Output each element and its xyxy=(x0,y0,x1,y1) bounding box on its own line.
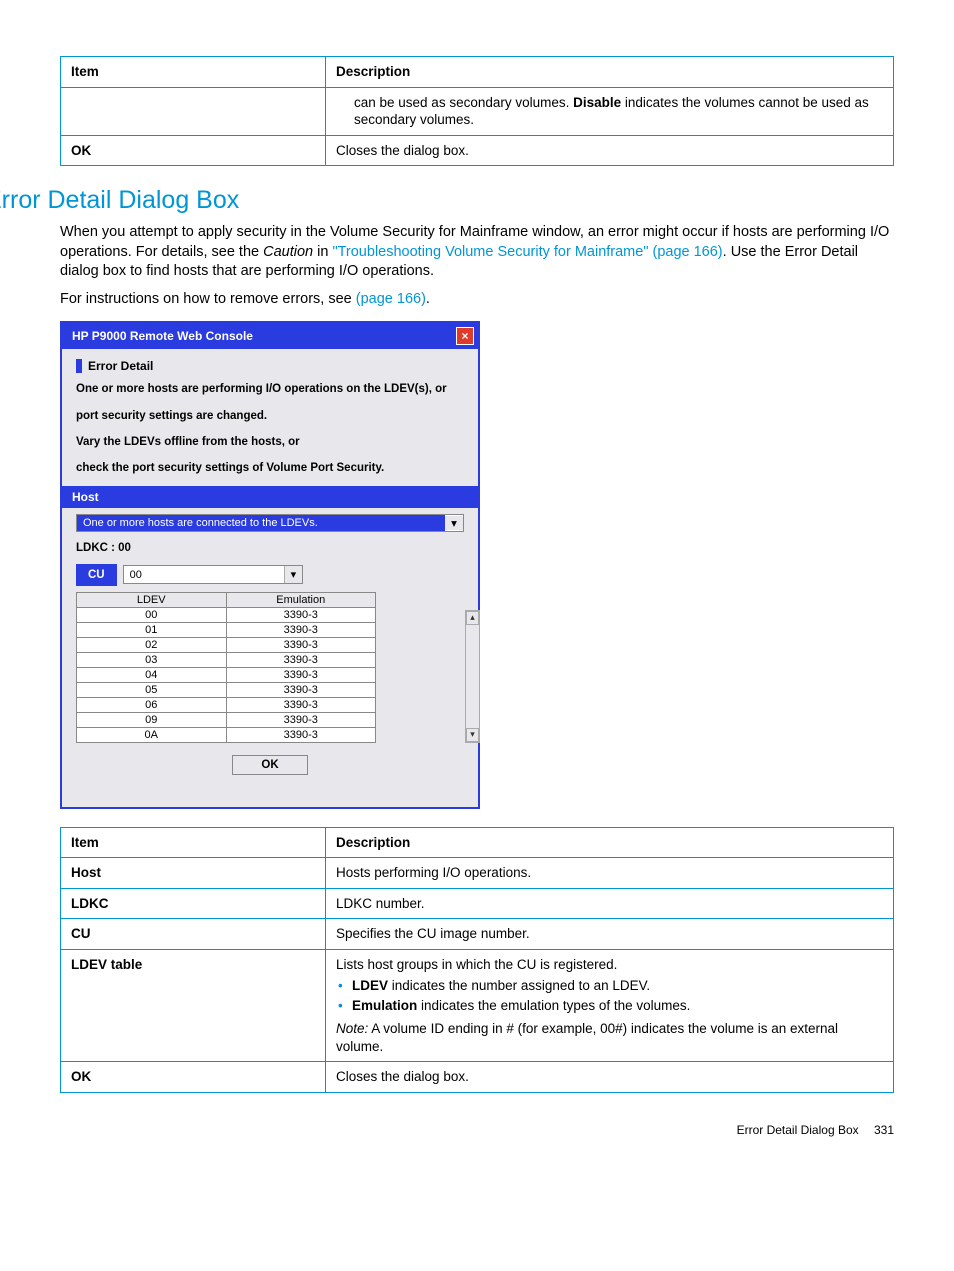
intro-paragraph-1: When you attempt to apply security in th… xyxy=(60,223,894,282)
cell-desc: Closes the dialog box. xyxy=(326,135,894,166)
table-row: LDKC LDKC number. xyxy=(61,888,894,919)
intro-paragraph-2: For instructions on how to remove errors… xyxy=(60,290,894,310)
chevron-down-icon: ▾ xyxy=(445,516,463,530)
ldev-col-head: LDEV xyxy=(77,592,227,607)
th-item: Item xyxy=(61,827,326,858)
dialog-msg: port security settings are changed. xyxy=(76,408,464,424)
ldev-row: 0A3390-3 xyxy=(77,727,376,742)
ldkc-label: LDKC : 00 xyxy=(76,542,464,554)
ldev-desc-cell: Lists host groups in which the CU is reg… xyxy=(326,950,894,1062)
title-marker-icon xyxy=(76,359,82,373)
ldev-table: LDEV Emulation 003390-3 013390-3 023390-… xyxy=(76,592,376,743)
scroll-down-icon[interactable]: ▾ xyxy=(466,728,479,742)
cu-select-value: 00 xyxy=(124,567,148,583)
close-icon[interactable]: × xyxy=(456,327,474,345)
table-row: LDEV table Lists host groups in which th… xyxy=(61,950,894,1062)
emulation-col-head: Emulation xyxy=(226,592,376,607)
ldev-row: 033390-3 xyxy=(77,652,376,667)
table-row: Host Hosts performing I/O operations. xyxy=(61,858,894,889)
page-footer: Error Detail Dialog Box 331 xyxy=(60,1123,894,1137)
ldev-row: 043390-3 xyxy=(77,667,376,682)
dialog-msg: check the port security settings of Volu… xyxy=(76,460,464,476)
th-item: Item xyxy=(61,57,326,88)
table-row: OK Closes the dialog box. xyxy=(61,1062,894,1093)
scroll-up-icon[interactable]: ▴ xyxy=(466,611,479,625)
th-desc: Description xyxy=(326,827,894,858)
dialog-title: HP P9000 Remote Web Console xyxy=(72,329,253,343)
page-number: 331 xyxy=(874,1123,894,1137)
dialog-subtitle: Error Detail xyxy=(88,359,153,373)
scrollbar[interactable]: ▴ ▾ xyxy=(465,610,480,743)
cu-label: CU xyxy=(76,564,117,586)
bottom-doc-table: Item Description Host Hosts performing I… xyxy=(60,827,894,1093)
error-detail-dialog: HP P9000 Remote Web Console × Error Deta… xyxy=(60,321,480,808)
page-heading: Error Detail Dialog Box xyxy=(0,186,894,215)
ldev-row: 053390-3 xyxy=(77,682,376,697)
host-select-value: One or more hosts are connected to the L… xyxy=(77,515,445,531)
ldev-row: 063390-3 xyxy=(77,697,376,712)
cu-select[interactable]: 00 ▾ xyxy=(123,565,303,584)
table-row: OK Closes the dialog box. xyxy=(61,135,894,166)
footer-title: Error Detail Dialog Box xyxy=(737,1123,859,1137)
table-row: can be used as secondary volumes. Disabl… xyxy=(61,87,894,135)
dialog-msg: Vary the LDEVs offline from the hosts, o… xyxy=(76,434,464,450)
ldev-row: 013390-3 xyxy=(77,622,376,637)
troubleshoot-link[interactable]: "Troubleshooting Volume Security for Mai… xyxy=(332,244,722,260)
cell-desc: can be used as secondary volumes. Disabl… xyxy=(326,87,894,135)
cell-item: OK xyxy=(61,135,326,166)
th-desc: Description xyxy=(326,57,894,88)
ok-button[interactable]: OK xyxy=(232,755,307,775)
dialog-msg: One or more hosts are performing I/O ope… xyxy=(76,381,464,397)
host-select[interactable]: One or more hosts are connected to the L… xyxy=(76,514,464,532)
table-row: CU Specifies the CU image number. xyxy=(61,919,894,950)
top-doc-table: Item Description can be used as secondar… xyxy=(60,56,894,166)
cell-item xyxy=(61,87,326,135)
dialog-titlebar: HP P9000 Remote Web Console × xyxy=(62,323,478,349)
ldev-row: 023390-3 xyxy=(77,637,376,652)
host-section-header: Host xyxy=(62,486,478,508)
ldev-row: 003390-3 xyxy=(77,607,376,622)
ldev-row: 093390-3 xyxy=(77,712,376,727)
chevron-down-icon: ▾ xyxy=(284,566,302,583)
page-link[interactable]: (page 166) xyxy=(356,291,426,307)
